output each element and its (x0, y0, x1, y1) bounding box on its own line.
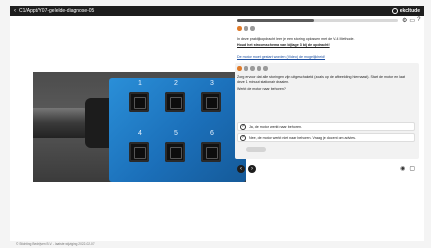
answer-option-1[interactable]: Ja, de motor werkt naar behoren. (237, 122, 415, 131)
card-text-2: Werkt de motor naar behoren? (237, 87, 286, 91)
card-step-dots (237, 66, 268, 71)
progress-bar (237, 19, 398, 22)
app-frame: ‹ C1/Appt/Y07-gelelde-diagnose-05 ekcltu… (0, 0, 431, 248)
media-image: 1 2 3 4 5 6 (33, 72, 246, 182)
answer-label-1: Ja, de motor werkt naar behoren. (249, 124, 302, 129)
brand-logo-icon (391, 8, 398, 14)
help-icon[interactable]: ? (417, 17, 420, 24)
panel-number-2: 2 (174, 80, 178, 87)
footer-text: © Stichting Bedrijven B.V. - laatste wij… (16, 242, 95, 246)
panel-number-4: 4 (138, 130, 142, 137)
hose-shape (33, 108, 93, 138)
view-icons: ◉ ▢ (400, 165, 415, 172)
answer-option-2[interactable]: Nee, de motor werkt niet naar behoren. V… (237, 133, 415, 142)
switch-2 (165, 92, 185, 112)
switch-1 (129, 92, 149, 112)
answer-label-2: Nee, de motor werkt niet naar behoren. V… (249, 135, 356, 140)
step-dots (237, 26, 255, 31)
panel-number-3: 3 (210, 80, 214, 87)
switch-4 (129, 142, 149, 162)
switch-3 (201, 92, 221, 112)
step-dot-2[interactable] (243, 26, 248, 31)
card-dot-2[interactable] (243, 66, 248, 71)
submit-button[interactable] (246, 147, 266, 152)
switch-6 (201, 142, 221, 162)
arrow-left-circle-icon[interactable]: ‹ (237, 165, 245, 173)
brand[interactable]: ekcltude (391, 8, 420, 14)
panel-number-1: 1 (138, 80, 142, 87)
switch-5 (165, 142, 185, 162)
card-dot-5[interactable] (263, 66, 268, 71)
navigation-buttons: ‹ › (237, 165, 256, 173)
tool-icons: ⚙ ▭ ? (402, 17, 420, 24)
arrow-right-circle-icon[interactable]: › (248, 165, 256, 173)
square-icon[interactable]: ▢ (409, 165, 415, 172)
question-card: Zorg ervoor dat alle storingen zijn uitg… (235, 63, 419, 159)
eye-icon[interactable]: ◉ (400, 165, 405, 172)
extra-link[interactable]: De motor moet gestart worden (Video) de … (237, 55, 407, 59)
card-dot-1[interactable] (237, 66, 242, 71)
switch-panel: 1 2 3 4 5 6 (109, 78, 246, 182)
step-dot-1[interactable] (237, 26, 242, 31)
card-dot-4[interactable] (256, 66, 261, 71)
progress-fill (237, 19, 315, 22)
card-text-1: Zorg ervoor dat alle storingen zijn uitg… (237, 75, 406, 84)
intro-text: In deze praktijkopdracht leer je een sto… (237, 37, 355, 41)
check-icon (240, 123, 246, 130)
panel-number-6: 6 (210, 130, 214, 137)
content-area: 1 2 3 4 5 6 ⚙ ▭ ? In deze praktijkopdrac… (10, 16, 424, 241)
panel-number-5: 5 (174, 130, 178, 137)
app-title: C1/Appt/Y07-gelelde-diagnose-05 (19, 8, 95, 14)
top-bar: ‹ C1/Appt/Y07-gelelde-diagnose-05 ekcltu… (10, 6, 424, 16)
bold-link[interactable]: Houd het stroomschema van bijlage 3 bij … (237, 43, 407, 47)
tool-icon[interactable]: ⚙ (402, 17, 407, 24)
back-icon[interactable]: ‹ (14, 8, 16, 14)
title-area: ‹ C1/Appt/Y07-gelelde-diagnose-05 (14, 8, 94, 14)
step-dot-3[interactable] (250, 26, 255, 31)
right-panel: ⚙ ▭ ? In deze praktijkopdracht leer je e… (235, 16, 420, 241)
check-icon (240, 134, 246, 141)
brand-name: ekcltude (399, 8, 420, 14)
screen-icon[interactable]: ▭ (409, 17, 415, 24)
card-dot-3[interactable] (250, 66, 255, 71)
